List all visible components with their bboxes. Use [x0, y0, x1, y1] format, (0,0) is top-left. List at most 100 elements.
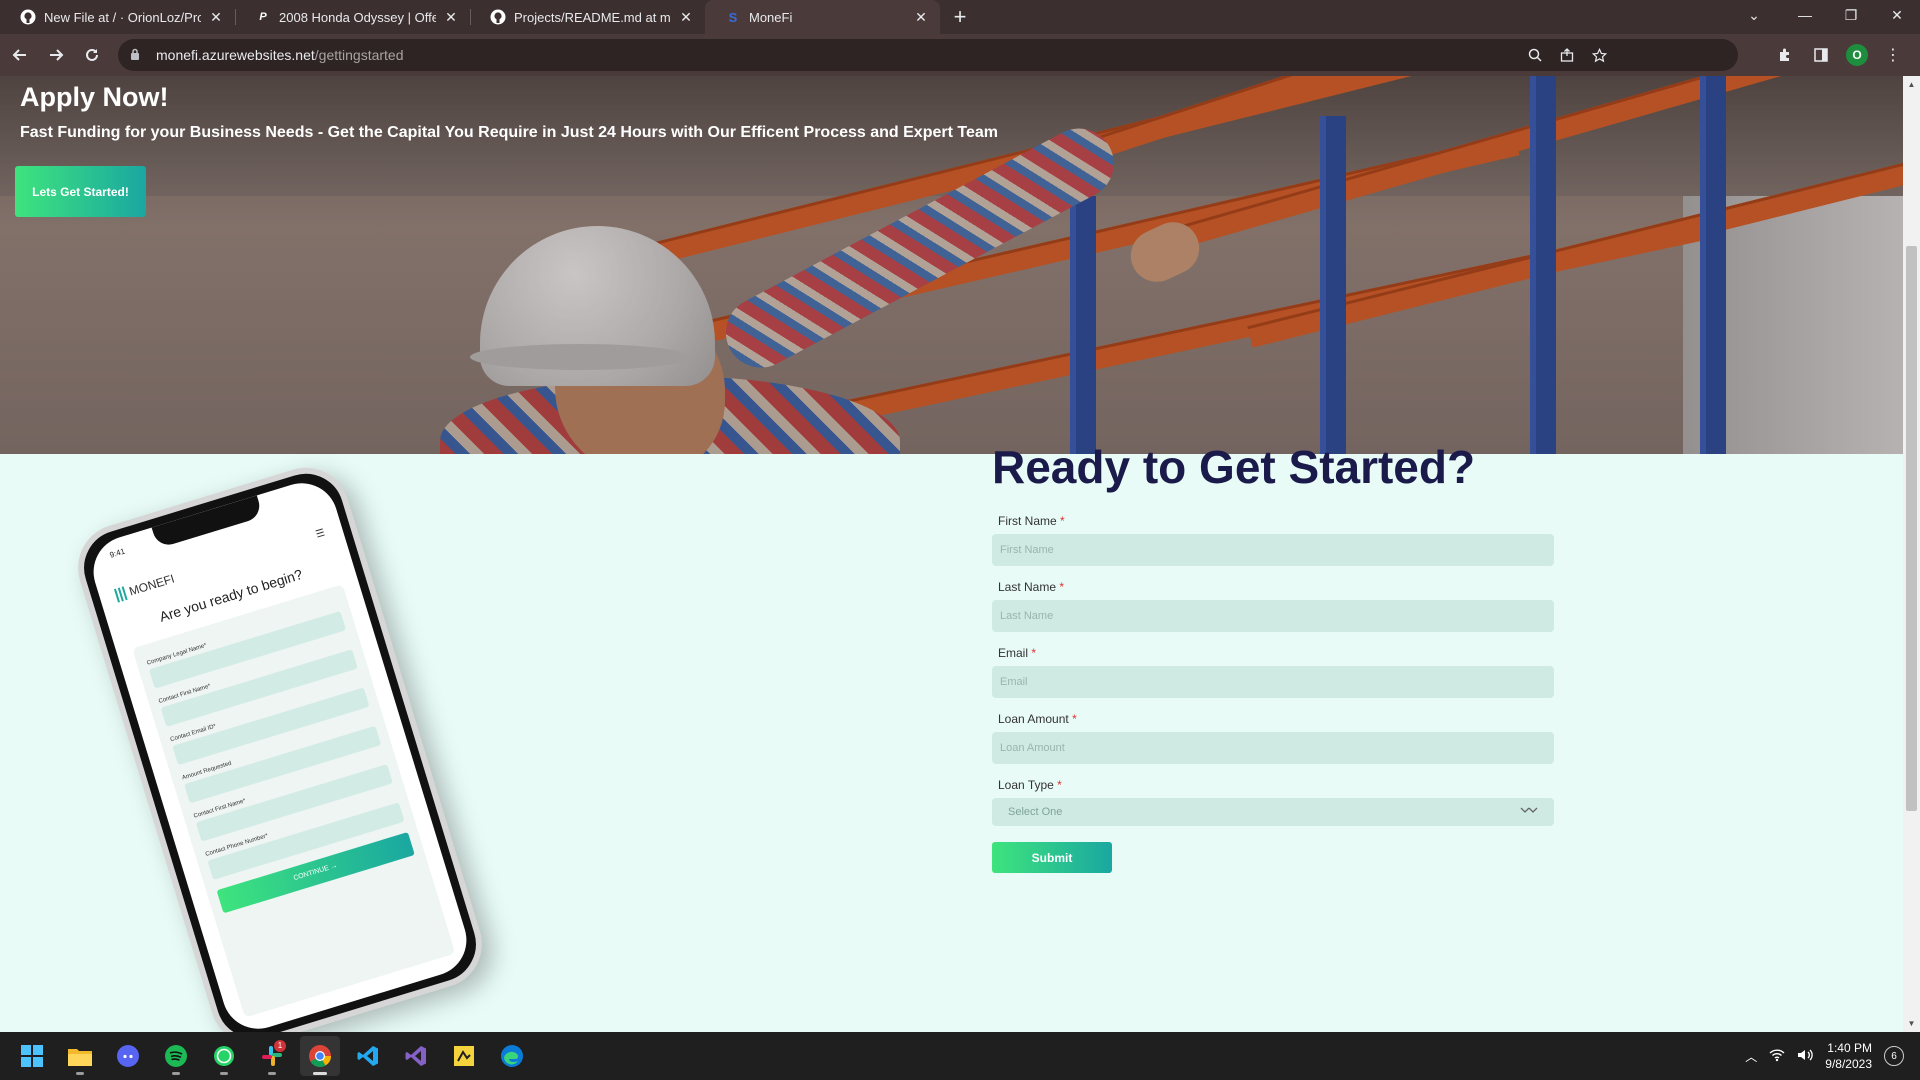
- required-mark: *: [1031, 646, 1037, 660]
- slack-icon[interactable]: 1: [252, 1036, 292, 1076]
- first-name-label: First Name *: [998, 514, 1554, 528]
- url-path: /gettingstarted: [314, 47, 404, 63]
- close-window-icon[interactable]: ✕: [1874, 0, 1920, 34]
- phone-mockup: 9:41 MONEFI ☰ Are you ready to begin? Co…: [67, 456, 493, 1032]
- chevron-down-icon: [1520, 806, 1538, 819]
- zoom-icon[interactable]: [1524, 42, 1546, 68]
- label-text: Last Name: [998, 580, 1057, 594]
- side-panel-icon[interactable]: [1806, 39, 1836, 71]
- lock-icon[interactable]: [130, 47, 144, 63]
- loan-type-selected: Select One: [1008, 806, 1063, 818]
- file-explorer-icon[interactable]: [60, 1036, 100, 1076]
- page-viewport: Apply Now! Fast Funding for your Busines…: [0, 76, 1903, 1032]
- running-indicator: [76, 1072, 84, 1075]
- discord-icon[interactable]: [108, 1036, 148, 1076]
- hero-banner: Apply Now! Fast Funding for your Busines…: [0, 76, 1903, 454]
- browser-toolbar: monefi.azurewebsites.net/gettingstarted …: [0, 34, 1920, 76]
- label-text: Loan Type: [998, 778, 1054, 792]
- vscode-icon[interactable]: [348, 1036, 388, 1076]
- required-mark: *: [1072, 712, 1077, 726]
- running-indicator: [313, 1072, 327, 1075]
- tab-title: Projects/README.md at main · st: [514, 9, 671, 25]
- running-indicator: [220, 1072, 228, 1075]
- slack-notification-badge: 1: [274, 1040, 286, 1052]
- browser-tab-strip: New File at / · OrionLoz/Projects ✕ P 20…: [0, 0, 1920, 34]
- toolbar-right: O ⋮: [1770, 39, 1908, 71]
- back-icon[interactable]: [4, 39, 36, 71]
- spotify-icon[interactable]: [156, 1036, 196, 1076]
- sticky-app-icon[interactable]: [444, 1036, 484, 1076]
- phone-notch: [151, 495, 264, 549]
- chrome-icon[interactable]: [300, 1036, 340, 1076]
- loan-amount-input[interactable]: [992, 732, 1554, 764]
- hero-tagline: Fast Funding for your Business Needs - G…: [20, 124, 998, 141]
- share-icon[interactable]: [1556, 42, 1578, 68]
- tab-honda-odyssey[interactable]: P 2008 Honda Odyssey | Offer 108 ✕: [235, 0, 470, 34]
- extensions-puzzle-icon[interactable]: [1770, 39, 1800, 71]
- label-text: Loan Amount: [998, 712, 1069, 726]
- profile-avatar[interactable]: O: [1842, 39, 1872, 71]
- required-mark: *: [1057, 778, 1062, 792]
- volume-icon[interactable]: [1797, 1048, 1814, 1065]
- getting-started-form: Ready to Get Started? First Name * Last …: [992, 440, 1554, 873]
- wifi-icon[interactable]: [1769, 1048, 1785, 1065]
- address-bar[interactable]: monefi.azurewebsites.net/gettingstarted: [118, 39, 1738, 71]
- running-indicator: [268, 1072, 276, 1075]
- loan-type-label: Loan Type *: [998, 778, 1554, 792]
- github-icon: [490, 9, 506, 25]
- loan-amount-label: Loan Amount *: [998, 712, 1554, 726]
- address-bar-actions: [1524, 42, 1610, 68]
- clock-date: 9/8/2023: [1825, 1057, 1872, 1071]
- forward-icon[interactable]: [40, 39, 72, 71]
- new-tab-button[interactable]: +: [944, 0, 976, 34]
- hero-title: Apply Now!: [20, 82, 169, 112]
- url-host: monefi.azurewebsites.net: [156, 47, 315, 63]
- tab-search-icon[interactable]: ⌄: [1726, 0, 1782, 34]
- close-tab-icon[interactable]: ✕: [677, 8, 695, 26]
- tab-title: 2008 Honda Odyssey | Offer 108: [279, 9, 436, 25]
- lets-get-started-button[interactable]: Lets Get Started!: [15, 166, 146, 217]
- submit-button[interactable]: Submit: [992, 842, 1112, 873]
- scroll-up-icon[interactable]: ▲: [1903, 76, 1920, 93]
- s-icon: S: [728, 9, 738, 25]
- required-mark: *: [1059, 580, 1065, 594]
- window-controls: ⌄ — ❐ ✕: [1726, 0, 1920, 34]
- tab-github-new-file[interactable]: New File at / · OrionLoz/Projects ✕: [0, 0, 235, 34]
- label-text: Email: [998, 646, 1029, 660]
- restore-icon[interactable]: ❐: [1828, 0, 1874, 34]
- bookmark-star-icon[interactable]: [1588, 42, 1610, 68]
- form-heading: Ready to Get Started?: [992, 441, 1476, 493]
- tab-title: MoneFi: [749, 9, 793, 25]
- system-tray: ︿ 1:40 PM 9/8/2023 6: [1745, 1032, 1904, 1080]
- first-name-input[interactable]: [992, 534, 1554, 566]
- tab-monefi[interactable]: S MoneFi ✕: [705, 0, 940, 34]
- reload-icon[interactable]: [76, 39, 108, 71]
- loan-type-select[interactable]: Select One: [992, 798, 1554, 826]
- scrollbar-thumb[interactable]: [1906, 246, 1917, 811]
- visual-studio-icon[interactable]: [396, 1036, 436, 1076]
- minimize-icon[interactable]: —: [1782, 0, 1828, 34]
- monefi-logo-icon: [113, 586, 128, 603]
- taskbar-clock[interactable]: 1:40 PM 9/8/2023: [1825, 1040, 1872, 1072]
- windows-taskbar: 1 ︿ 1:40 PM 9/8/2023 6: [0, 1032, 1920, 1080]
- notification-center-badge[interactable]: 6: [1884, 1046, 1904, 1066]
- last-name-label: Last Name *: [998, 580, 1554, 594]
- email-input[interactable]: [992, 666, 1554, 698]
- close-tab-icon[interactable]: ✕: [442, 8, 460, 26]
- chevron-up-icon[interactable]: ︿: [1745, 1048, 1757, 1065]
- close-tab-icon[interactable]: ✕: [207, 8, 225, 26]
- phone-screen: 9:41 MONEFI ☰ Are you ready to begin? Co…: [84, 474, 476, 1032]
- edge-icon[interactable]: [492, 1036, 532, 1076]
- close-tab-icon[interactable]: ✕: [912, 8, 930, 26]
- tab-github-readme[interactable]: Projects/README.md at main · st ✕: [470, 0, 705, 34]
- page-scrollbar[interactable]: ▲ ▼: [1903, 76, 1920, 1032]
- kebab-menu-icon[interactable]: ⋮: [1878, 39, 1908, 71]
- phone-time: 9:41: [108, 546, 127, 560]
- label-text: First Name: [998, 514, 1057, 528]
- p-icon: P: [259, 11, 267, 23]
- windows-start-icon[interactable]: [12, 1036, 52, 1076]
- scroll-down-icon[interactable]: ▼: [1903, 1015, 1920, 1032]
- whatsapp-icon[interactable]: [204, 1036, 244, 1076]
- last-name-input[interactable]: [992, 600, 1554, 632]
- tab-title: New File at / · OrionLoz/Projects: [44, 9, 201, 25]
